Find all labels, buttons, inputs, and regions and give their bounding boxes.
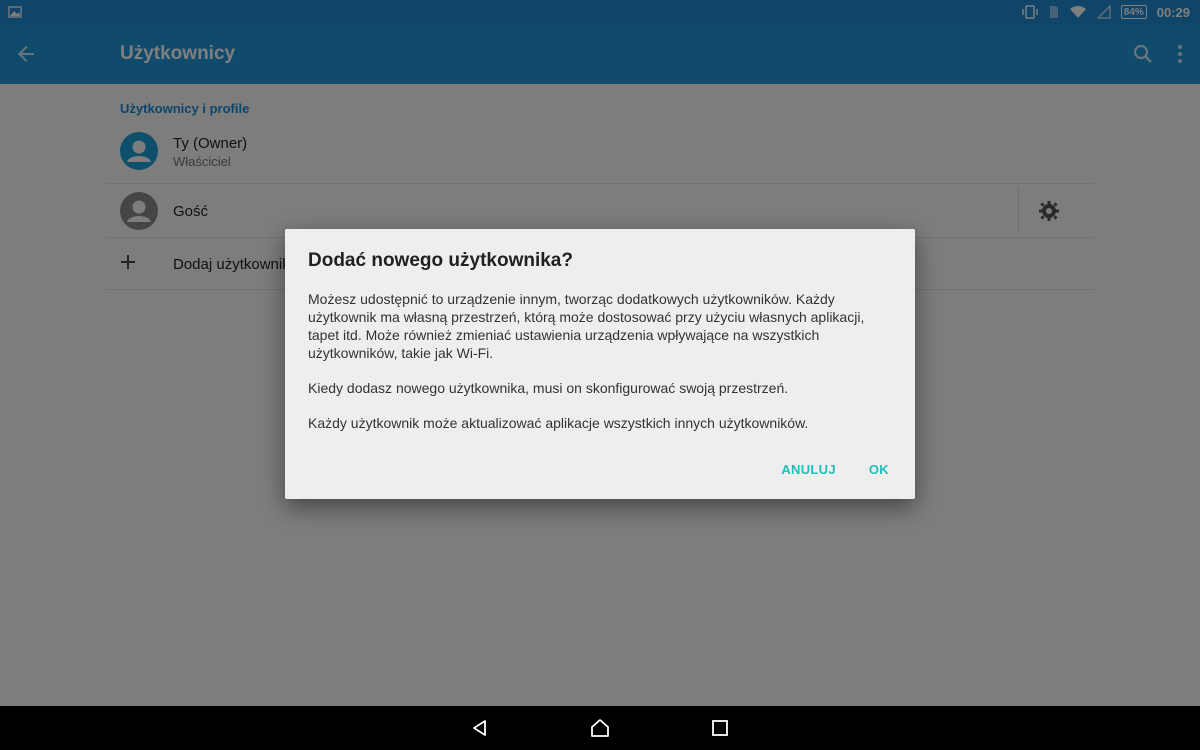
nav-home-icon[interactable] [590,718,610,738]
dialog-paragraph: Każdy użytkownik może aktualizować aplik… [308,415,809,431]
nav-recent-icon[interactable] [710,718,730,738]
cancel-button[interactable]: ANULUJ [781,462,836,477]
nav-back-icon[interactable] [470,718,490,738]
dialog-paragraph: Kiedy dodasz nowego użytkownika, musi on… [308,380,789,396]
dialog-message: Możesz udostępnić to urządzenie innym, t… [308,290,893,449]
add-user-dialog: Dodać nowego użytkownika? Możesz udostęp… [285,229,915,499]
dialog-paragraph: Możesz udostępnić to urządzenie innym, t… [308,291,865,361]
navigation-bar [0,706,1200,750]
ok-button[interactable]: OK [869,462,889,477]
dialog-title: Dodać nowego użytkownika? [308,250,573,271]
